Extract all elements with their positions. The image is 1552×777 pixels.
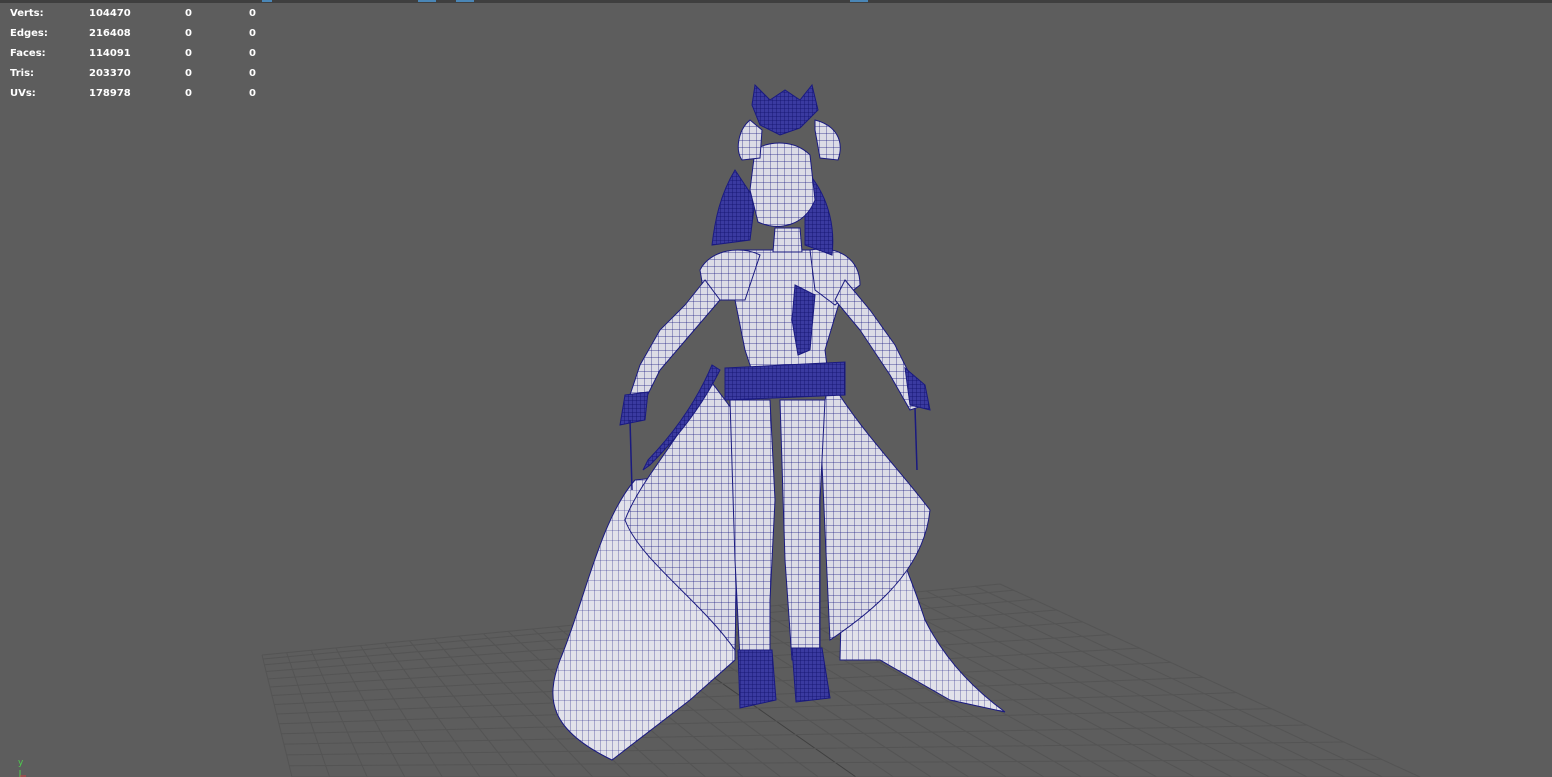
hud-label: Faces: [10,48,46,59]
grid-line [261,654,293,777]
hud-label: Edges: [10,28,48,39]
hud-selected-component: 0 [249,88,256,99]
hud-row-uvs: UVs: 178978 0 0 [10,84,270,104]
grid-line [359,645,443,777]
hud-row-tris: Tris: 203370 0 0 [10,64,270,84]
hud-label: UVs: [10,88,36,99]
grid-line [289,758,1382,767]
heads-up-display: Verts: 104470 0 0 Edges: 216408 0 0 Face… [10,4,270,104]
hud-selected: 0 [185,68,192,79]
hud-selected-component: 0 [249,68,256,79]
hud-total: 216408 [89,28,131,39]
grid-line [286,652,331,777]
hud-selected: 0 [185,8,192,19]
hud-total: 114091 [89,48,131,59]
hud-selected-component: 0 [249,48,256,59]
axis-lines-icon [19,770,26,777]
grid-line [283,724,1307,745]
grid-line [950,588,1346,777]
hud-label: Tris: [10,68,35,79]
grid-line [310,650,368,777]
hud-selected-component: 0 [249,8,256,19]
scene-canvas[interactable] [0,0,1552,777]
hud-label: Verts: [10,8,44,19]
hud-row-edges: Edges: 216408 0 0 [10,24,270,44]
grid-line [433,638,556,777]
axis-gizmo-icon: y [14,758,34,777]
grid-line [409,640,518,777]
grid-line [384,642,481,777]
hud-total: 104470 [89,8,131,19]
grid-line [335,647,406,777]
grid-line [975,585,1383,777]
hud-row-faces: Faces: 114091 0 0 [10,44,270,64]
hud-total: 203370 [89,68,131,79]
hud-selected: 0 [185,88,192,99]
hud-row-verts: Verts: 104470 0 0 [10,4,270,24]
hud-selected-component: 0 [249,28,256,39]
grid-line [999,583,1421,777]
hud-selected: 0 [185,48,192,59]
hud-total: 178978 [89,88,131,99]
hud-selected: 0 [185,28,192,39]
3d-viewport[interactable]: Verts: 104470 0 0 Edges: 216408 0 0 Face… [0,0,1552,777]
